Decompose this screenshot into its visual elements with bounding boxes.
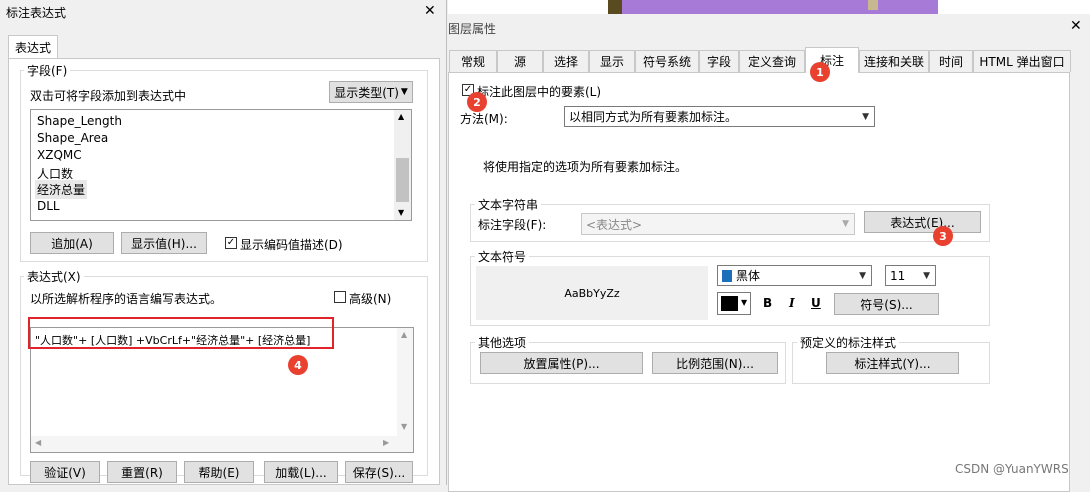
label-field-dropdown[interactable]: <表达式> ▼	[581, 213, 855, 235]
color-picker[interactable]: ▼	[717, 292, 751, 315]
tab-time[interactable]: 时间	[929, 50, 973, 72]
label-features-label: 标注此图层中的要素(L)	[477, 85, 602, 99]
verify-button[interactable]: 验证(V)	[30, 461, 100, 483]
tab-general[interactable]: 常规	[449, 50, 497, 72]
scroll-down-icon[interactable]: ▼	[401, 422, 407, 431]
tab-symbology[interactable]: 符号系统	[635, 50, 699, 72]
list-item[interactable]: XZQMC	[37, 148, 82, 162]
help-button[interactable]: 帮助(E)	[184, 461, 254, 483]
tab-expression[interactable]: 表达式	[8, 35, 58, 59]
expression-button[interactable]: 表达式(E)...	[864, 211, 981, 233]
fields-hint: 双击可将字段添加到表达式中	[30, 89, 187, 103]
chevron-down-icon: ▼	[923, 270, 930, 281]
annotation-badge-4: 4	[288, 355, 308, 375]
show-type-label: 显示类型(T)	[334, 85, 399, 100]
show-type-dropdown[interactable]: 显示类型(T) ▼	[329, 81, 413, 103]
show-coded-label: 显示编码值描述(D)	[240, 238, 343, 252]
annotation-badge-2: 2	[467, 92, 487, 112]
reset-button[interactable]: 重置(R)	[107, 461, 177, 483]
placement-properties-button[interactable]: 放置属性(P)...	[480, 352, 643, 374]
map-background	[448, 0, 1090, 14]
list-item[interactable]: Shape_Length	[37, 114, 122, 128]
scale-range-button[interactable]: 比例范围(N)...	[652, 352, 778, 374]
method-dropdown[interactable]: 以相同方式为所有要素加标注。 ▼	[564, 106, 875, 127]
size-dropdown[interactable]: 11 ▼	[885, 265, 936, 286]
predefined-styles-title: 预定义的标注样式	[797, 334, 900, 351]
chevron-down-icon: ▼	[862, 111, 869, 122]
scroll-left-icon[interactable]: ◀	[35, 438, 41, 447]
symbol-button[interactable]: 符号(S)...	[834, 293, 939, 315]
expression-hint: 以所选解析程序的语言编写表达式。	[30, 292, 223, 306]
map-feature	[608, 0, 622, 14]
italic-button[interactable]: I	[789, 296, 795, 310]
add-button[interactable]: 追加(A)	[30, 232, 114, 254]
list-item-selected[interactable]: 经济总量	[35, 180, 88, 199]
save-button[interactable]: 保存(S)...	[345, 461, 413, 483]
scroll-right-icon[interactable]: ▶	[383, 438, 389, 447]
annotation-badge-3: 3	[933, 226, 953, 246]
advanced-label: 高级(N)	[349, 292, 392, 306]
tab-display[interactable]: 显示	[589, 50, 635, 72]
font-icon	[722, 269, 732, 282]
font-dropdown[interactable]: 黑体 ▼	[717, 265, 872, 286]
tab-fields[interactable]: 字段	[699, 50, 739, 72]
show-values-button[interactable]: 显示值(H)...	[121, 232, 207, 254]
tab-html-popup[interactable]: HTML 弹出窗口	[973, 50, 1071, 72]
symbol-preview-text: AaBbYyZz	[564, 286, 620, 300]
info-text: 将使用指定的选项为所有要素加标注。	[483, 160, 688, 174]
scroll-up-icon[interactable]: ▲	[398, 112, 404, 121]
expression-group-title: 表达式(X)	[24, 268, 84, 285]
tab-definition-query[interactable]: 定义查询	[739, 50, 805, 72]
field-list-scrollbar[interactable]: ▲ ▼	[394, 110, 411, 220]
scroll-down-icon[interactable]: ▼	[398, 208, 404, 217]
show-coded-checkbox[interactable]: ✓	[225, 237, 237, 249]
tab-source[interactable]: 源	[497, 50, 543, 72]
chevron-down-icon: ▼	[741, 298, 748, 307]
scroll-thumb[interactable]	[396, 158, 409, 202]
bold-button[interactable]: B	[763, 296, 772, 310]
tab-selection[interactable]: 选择	[543, 50, 589, 72]
field-list[interactable]: Shape_Length Shape_Area XZQMC 人口数 经济总量 D…	[30, 109, 412, 221]
watermark: CSDN @YuanYWRS	[955, 462, 1069, 476]
method-label: 方法(M):	[460, 112, 508, 126]
dialog-title: 图层属性	[448, 22, 497, 36]
text-symbol-title: 文本符号	[475, 248, 530, 265]
annotation-badge-1: 1	[810, 62, 830, 82]
map-feature	[868, 0, 878, 10]
expr-hscroll[interactable]: ◀ ▶	[31, 436, 413, 452]
chevron-down-icon: ▼	[859, 270, 866, 281]
chevron-down-icon: ▼	[400, 87, 408, 97]
map-polygon	[608, 0, 938, 14]
label-styles-button[interactable]: 标注样式(Y)...	[826, 352, 959, 374]
symbol-preview: AaBbYyZz	[476, 266, 708, 320]
label-field-value: <表达式>	[586, 217, 643, 232]
underline-button[interactable]: U	[811, 296, 821, 310]
scroll-up-icon[interactable]: ▲	[401, 330, 407, 339]
close-icon[interactable]: ✕	[1070, 18, 1082, 34]
advanced-checkbox[interactable]	[334, 291, 346, 303]
dialog-title: 标注表达式	[6, 6, 67, 20]
fields-group-title: 字段(F)	[24, 62, 71, 79]
size-value: 11	[890, 268, 906, 283]
load-button[interactable]: 加载(L)...	[264, 461, 338, 483]
color-swatch	[721, 296, 738, 311]
text-string-title: 文本字符串	[475, 196, 542, 213]
chevron-down-icon: ▼	[842, 219, 849, 229]
close-icon[interactable]: ✕	[424, 3, 436, 19]
tab-joins-relates[interactable]: 连接和关联	[859, 50, 929, 72]
label-field-label: 标注字段(F):	[478, 218, 547, 232]
list-item[interactable]: DLL	[37, 199, 60, 213]
font-value: 黑体	[736, 269, 761, 283]
method-value: 以相同方式为所有要素加标注。	[569, 110, 738, 124]
expression-dialog: 标注表达式 ✕ 表达式 字段(F) 双击可将字段添加到表达式中 显示类型(T) …	[0, 0, 447, 485]
other-options-title: 其他选项	[475, 334, 530, 351]
highlight-box	[28, 317, 334, 349]
list-item[interactable]: Shape_Area	[37, 131, 108, 145]
expr-vscroll[interactable]: ▲ ▼	[397, 328, 413, 436]
